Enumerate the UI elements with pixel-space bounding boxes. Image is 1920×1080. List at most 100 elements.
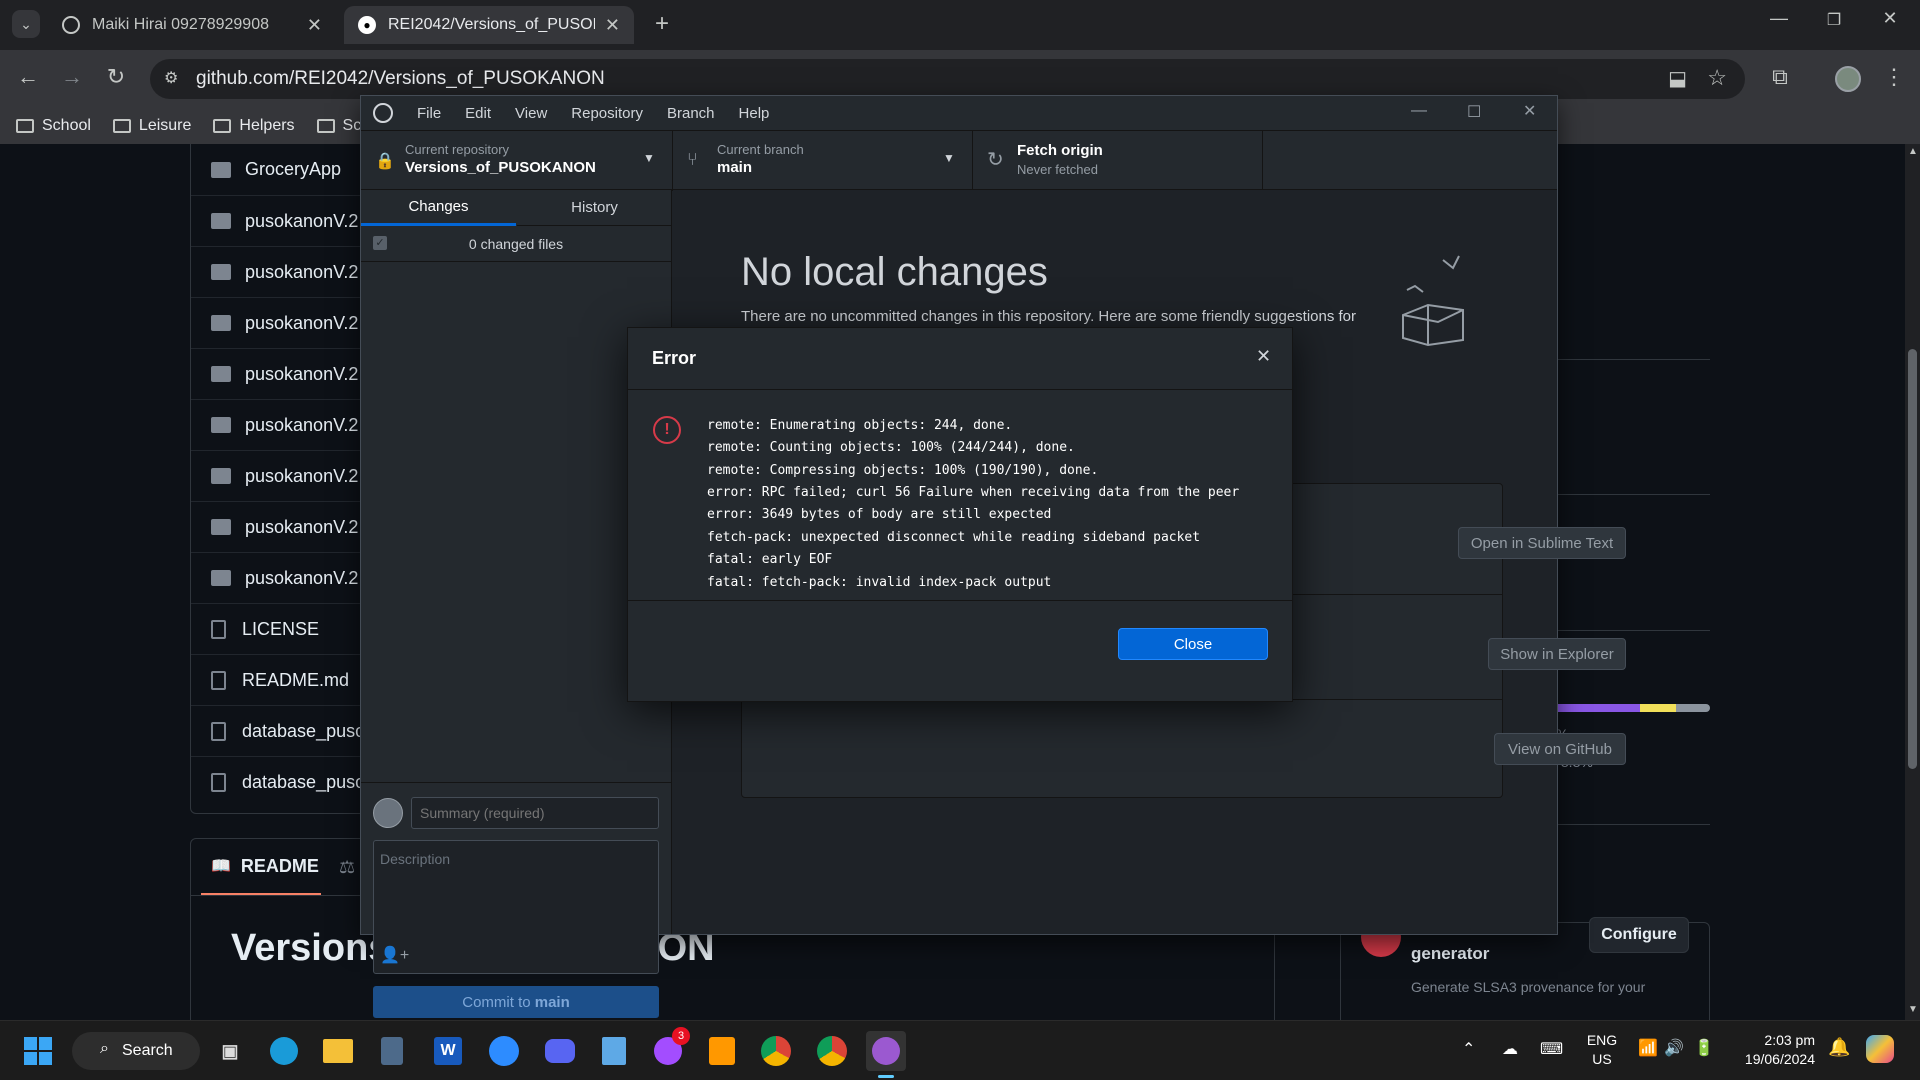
open-in-sublime-button[interactable]: Open in Sublime Text <box>1458 527 1626 559</box>
calculator-icon[interactable] <box>372 1031 412 1071</box>
file-name[interactable]: pusokanonV.2.5 <box>245 415 373 436</box>
view-on-github-button[interactable]: View on GitHub <box>1494 733 1626 765</box>
commit-button-branch: main <box>534 993 570 1011</box>
current-repository-selector[interactable]: 🔒 Current repository Versions_of_PUSOKAN… <box>361 131 673 191</box>
new-tab-icon[interactable]: + <box>648 10 676 38</box>
fetch-origin-button[interactable]: ↻ Fetch origin Never fetched <box>973 131 1263 191</box>
chrome-icon[interactable] <box>756 1031 796 1071</box>
tab-search-icon[interactable]: ⌄ <box>12 10 40 38</box>
task-view-icon[interactable]: ▣ <box>210 1031 250 1071</box>
menu-view[interactable]: View <box>515 105 547 122</box>
install-app-icon[interactable]: ⬓ <box>1668 66 1687 91</box>
volume-icon[interactable]: 🔊 <box>1664 1038 1684 1058</box>
license-icon[interactable]: ⚖ <box>339 857 355 878</box>
menu-branch[interactable]: Branch <box>667 105 715 122</box>
menu-help[interactable]: Help <box>739 105 770 122</box>
sublime-text-icon[interactable] <box>702 1031 742 1071</box>
close-dialog-button[interactable]: Close <box>1118 628 1268 660</box>
fetch-status: Never fetched <box>1017 162 1098 177</box>
browser-tab-1[interactable]: Maiki Hirai 09278929908 ✕ <box>48 6 336 44</box>
battery-icon[interactable]: 🔋 <box>1694 1038 1714 1058</box>
file-name[interactable]: pusokanonV.2.3 <box>245 313 373 334</box>
tab-history-label: History <box>571 199 618 216</box>
tab-changes[interactable]: Changes <box>361 190 516 226</box>
folder-icon <box>211 161 231 178</box>
readme-tab[interactable]: 📖 README <box>201 839 321 895</box>
restore-icon[interactable]: ❐ <box>1820 10 1848 30</box>
close-tab-icon[interactable]: ✕ <box>605 15 620 36</box>
messenger-icon[interactable]: 3 <box>648 1027 690 1071</box>
site-info-icon[interactable]: ⚙ <box>164 68 178 88</box>
word-icon[interactable]: W <box>428 1031 468 1071</box>
zoom-icon[interactable] <box>484 1031 524 1071</box>
menu-file[interactable]: File <box>417 105 441 122</box>
back-icon[interactable]: ← <box>14 64 42 90</box>
notepad-icon[interactable] <box>594 1031 634 1071</box>
page-scrollbar[interactable]: ▲ ▼ <box>1905 144 1920 1020</box>
minimize-icon[interactable]: — <box>1765 8 1793 29</box>
file-name[interactable]: pusokanonV.2.4 <box>245 364 373 385</box>
wifi-icon[interactable]: 📶 <box>1638 1038 1658 1058</box>
tab-history[interactable]: History <box>517 190 672 226</box>
close-icon[interactable]: ✕ <box>1256 346 1271 367</box>
scroll-up-icon[interactable]: ▲ <box>1908 146 1918 157</box>
branch-icon: ⑂ <box>687 149 698 169</box>
file-explorer-icon[interactable] <box>318 1031 358 1071</box>
add-coauthor-icon[interactable]: 👤+ <box>380 945 409 965</box>
minimize-icon[interactable]: — <box>1411 102 1427 120</box>
file-name[interactable]: GroceryApp <box>245 159 341 180</box>
current-branch-selector[interactable]: ⑂ Current branch main ▼ <box>673 131 973 191</box>
language-indicator[interactable]: ENG US <box>1582 1031 1622 1069</box>
chrome-profile-icon[interactable] <box>812 1031 852 1071</box>
file-name[interactable]: pusokanonV.2.6 <box>245 466 373 487</box>
reload-icon[interactable]: ↻ <box>102 64 130 90</box>
copilot-icon[interactable] <box>1866 1035 1894 1063</box>
edge-icon[interactable] <box>264 1031 304 1071</box>
maximize-icon[interactable]: ☐ <box>1467 102 1481 122</box>
scrollbar-thumb[interactable] <box>1908 349 1917 769</box>
file-name[interactable]: LICENSE <box>242 619 319 640</box>
extensions-icon[interactable]: ⧉ <box>1766 64 1794 90</box>
file-name[interactable]: pusokanonV.2.8 <box>245 568 373 589</box>
forward-icon[interactable]: → <box>58 64 86 90</box>
bookmark-leisure[interactable]: Leisure <box>112 117 191 135</box>
file-name[interactable]: database_pusol <box>242 721 369 742</box>
summary-input[interactable] <box>411 797 659 829</box>
windows-start-icon[interactable] <box>24 1037 52 1065</box>
current-branch-name: main <box>717 159 753 176</box>
browser-tab-2[interactable]: ● REI2042/Versions_of_PUSOKANON ✕ <box>344 6 634 44</box>
keyboard-icon[interactable]: ⌨ <box>1540 1039 1563 1059</box>
show-in-explorer-button[interactable]: Show in Explorer <box>1488 638 1626 670</box>
language-line-2: US <box>1592 1051 1612 1067</box>
description-field[interactable]: Description 👤+ <box>373 840 659 974</box>
configure-button[interactable]: Configure <box>1589 917 1689 953</box>
bookmark-school[interactable]: School <box>16 117 91 135</box>
close-tab-icon[interactable]: ✕ <box>307 15 322 36</box>
clock[interactable]: 2:03 pm 19/06/2024 <box>1735 1031 1815 1069</box>
chrome-menu-icon[interactable]: ⋮ <box>1880 64 1908 90</box>
file-name[interactable]: pusokanonV.2.1 <box>245 211 373 232</box>
file-name[interactable]: README.md <box>242 670 349 691</box>
github-desktop-icon[interactable] <box>866 1031 906 1071</box>
file-name[interactable]: pusokanonV.2.2 <box>245 262 373 283</box>
file-name[interactable]: pusokanonV.2.7 <box>245 517 373 538</box>
notifications-icon[interactable]: 🔔 <box>1828 1037 1850 1058</box>
file-name[interactable]: database_pusol <box>242 772 369 793</box>
onedrive-icon[interactable]: ☁ <box>1502 1039 1518 1059</box>
discord-icon[interactable] <box>540 1031 580 1071</box>
close-window-icon[interactable]: ✕ <box>1523 101 1536 121</box>
menu-repository[interactable]: Repository <box>571 105 643 122</box>
show-hidden-icons[interactable]: ⌃ <box>1462 1039 1475 1059</box>
taskbar-search[interactable]: ⌕ Search <box>72 1032 200 1070</box>
scroll-down-icon[interactable]: ▼ <box>1908 1004 1918 1015</box>
profile-avatar[interactable] <box>1835 66 1861 92</box>
address-bar[interactable]: ⚙ github.com/REI2042/Versions_of_PUSOKAN… <box>150 59 1745 99</box>
error-message-line: fatal: early EOF <box>707 552 833 567</box>
bookmark-sc[interactable]: Sc <box>316 117 361 135</box>
close-window-icon[interactable]: ✕ <box>1876 8 1904 29</box>
commit-button-prefix: Commit to <box>462 993 535 1011</box>
bookmark-helpers[interactable]: Helpers <box>213 117 295 135</box>
menu-edit[interactable]: Edit <box>465 105 491 122</box>
commit-button[interactable]: Commit to main <box>373 986 659 1018</box>
bookmark-star-icon[interactable]: ☆ <box>1707 65 1727 91</box>
